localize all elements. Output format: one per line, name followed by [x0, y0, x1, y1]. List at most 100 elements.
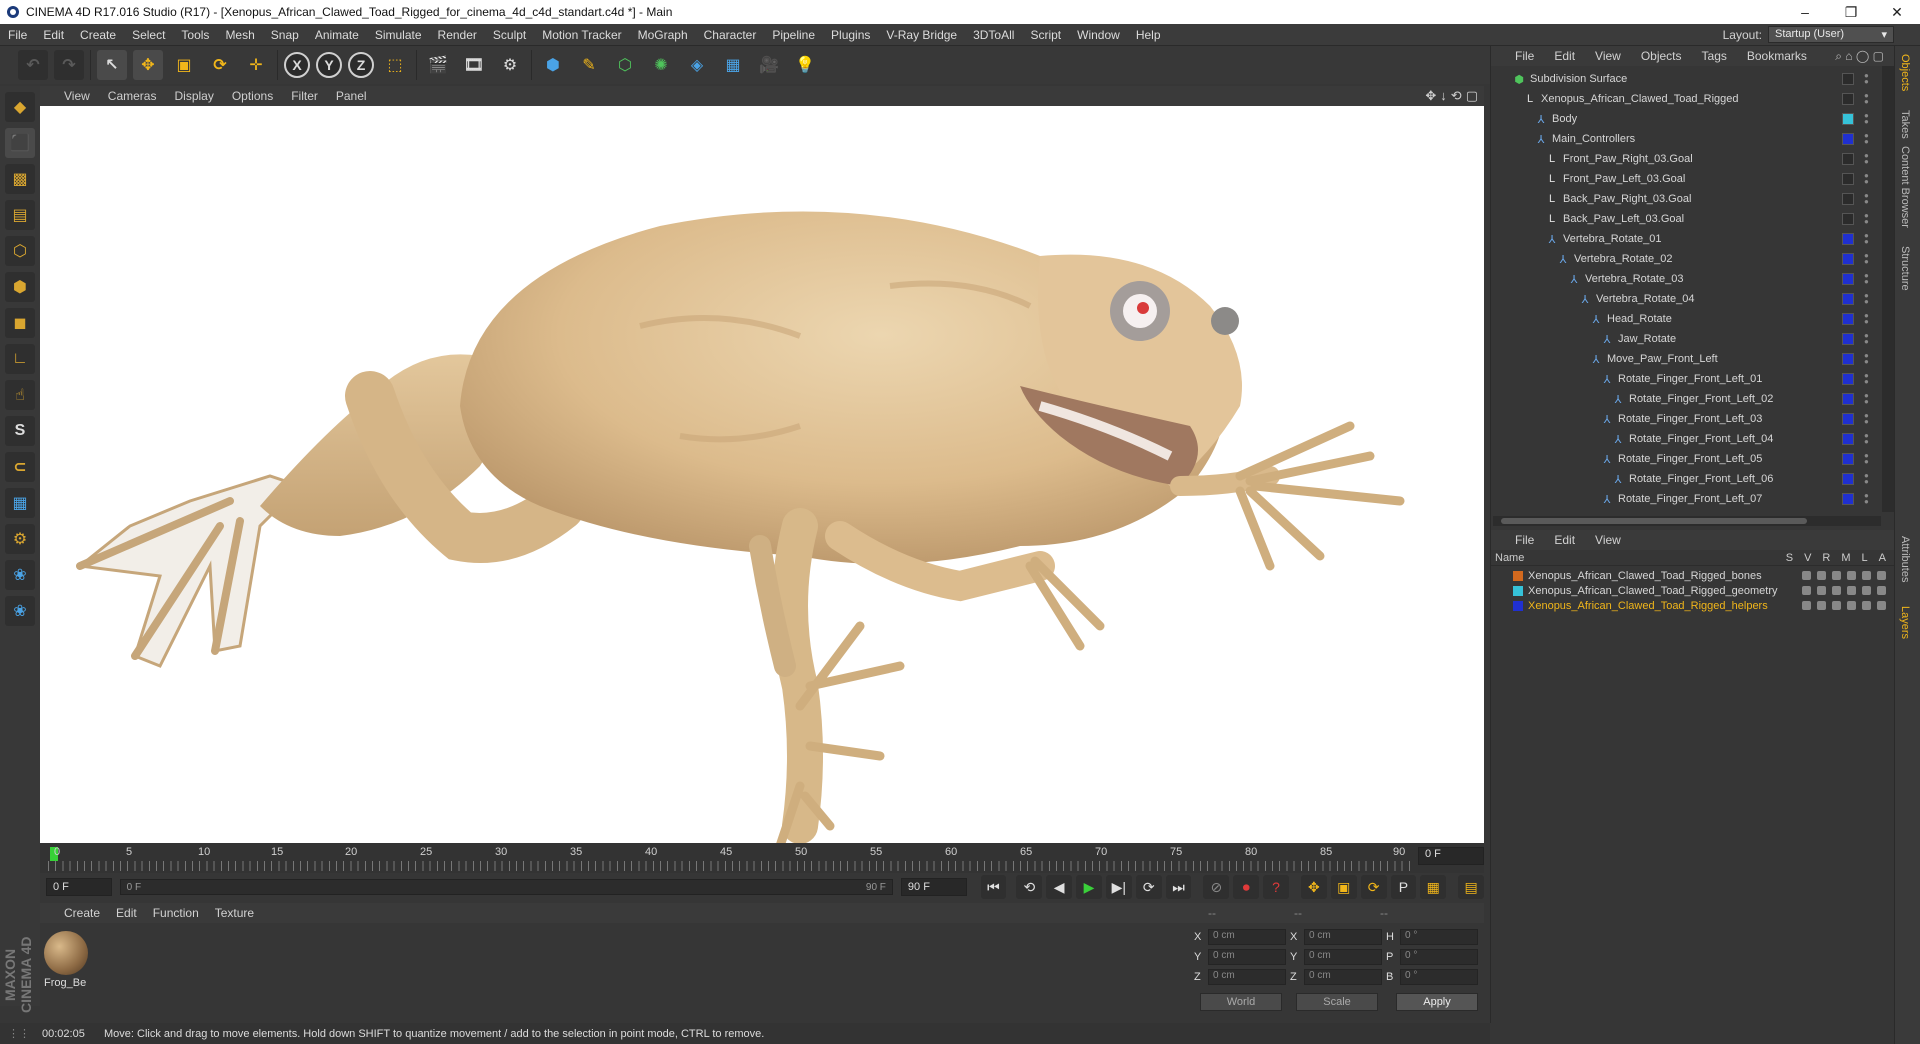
viewport-menu-view[interactable]: View	[64, 89, 90, 103]
layer-menu-edit[interactable]: Edit	[1554, 533, 1575, 547]
rotate-icon[interactable]: ⟳	[205, 50, 235, 80]
record-keys-icon[interactable]: ⊘	[1203, 875, 1230, 899]
layer-color-swatch[interactable]	[1842, 453, 1854, 465]
layer-flag-icon[interactable]	[1802, 586, 1811, 595]
layer-flag-icon[interactable]	[1832, 601, 1841, 610]
pen-spline-icon[interactable]: ✎	[574, 50, 604, 80]
coord-field[interactable]: 0 cm	[1304, 929, 1382, 945]
object-row[interactable]: ⅄ Rotate_Finger_Front_Left_03 ● ●	[1491, 409, 1880, 429]
layer-color-swatch[interactable]	[1842, 213, 1854, 225]
object-row[interactable]: ⅄ Body ● ●	[1491, 109, 1880, 129]
scale-icon[interactable]: ▣	[169, 50, 199, 80]
viewport-move-icon[interactable]: ✥	[1425, 88, 1436, 104]
visibility-dots-icon[interactable]: ● ●	[1864, 72, 1872, 86]
coordinate-system-icon[interactable]: ⬚	[380, 50, 410, 80]
object-menu-view[interactable]: View	[1595, 49, 1621, 63]
visibility-dots-icon[interactable]: ● ●	[1864, 452, 1872, 466]
menu-mograph[interactable]: MoGraph	[630, 28, 696, 42]
viewport-3d[interactable]	[40, 106, 1484, 843]
keyframe-selection-icon[interactable]: ?	[1263, 875, 1289, 899]
layer-color-swatch[interactable]	[1842, 493, 1854, 505]
visibility-dots-icon[interactable]: ● ●	[1864, 432, 1872, 446]
transform-icon[interactable]: ✛	[241, 50, 271, 80]
visibility-dots-icon[interactable]: ● ●	[1864, 192, 1872, 206]
object-row[interactable]: L Back_Paw_Left_03.Goal ● ●	[1491, 209, 1880, 229]
object-row[interactable]: ⬢ Subdivision Surface ● ●	[1491, 69, 1880, 89]
object-row[interactable]: ⅄ Rotate_Finger_Front_Left_07 ● ●	[1491, 489, 1880, 509]
key-parameter-icon[interactable]: P	[1390, 875, 1417, 899]
layer-color-swatch[interactable]	[1842, 433, 1854, 445]
layer-color-swatch[interactable]	[1842, 93, 1854, 105]
coord-field[interactable]: 0 cm	[1208, 929, 1286, 945]
object-row[interactable]: ⅄ Rotate_Finger_Front_Left_01 ● ●	[1491, 369, 1880, 389]
viewport-menu-filter[interactable]: Filter	[291, 89, 318, 103]
tab-takes[interactable]: Takes	[1899, 110, 1911, 139]
timeline-window-icon[interactable]: ▤	[1458, 875, 1485, 899]
layer-color-swatch[interactable]	[1842, 373, 1854, 385]
object-row[interactable]: ⅄ Vertebra_Rotate_02 ● ●	[1491, 249, 1880, 269]
viewport-dolly-icon[interactable]: ↓	[1440, 88, 1447, 104]
layer-color-swatch[interactable]	[1842, 233, 1854, 245]
object-row[interactable]: ⅄ Vertebra_Rotate_03 ● ●	[1491, 269, 1880, 289]
layer-flag-icon[interactable]	[1802, 571, 1811, 580]
coord-field[interactable]: 0 cm	[1304, 969, 1382, 985]
layer-color-swatch[interactable]	[1513, 600, 1523, 611]
timeline[interactable]: 0 5 10 15 20 25 30 35 40 45 50 55 60 65 …	[40, 843, 1484, 873]
coord-mode-select[interactable]: World	[1200, 993, 1282, 1011]
model-mode-icon[interactable]: ⬛	[5, 128, 35, 158]
minimize-button[interactable]: –	[1782, 0, 1828, 24]
key-pla-icon[interactable]: ▦	[1420, 875, 1447, 899]
layer-flag-icon[interactable]	[1847, 571, 1856, 580]
viewport-maximize-icon[interactable]: ▢	[1466, 88, 1478, 104]
coord-field[interactable]: 0 cm	[1208, 949, 1286, 965]
move-icon[interactable]: ✥	[133, 50, 163, 80]
snap-icon[interactable]: S	[5, 416, 35, 446]
object-row[interactable]: ⅄ Vertebra_Rotate_04 ● ●	[1491, 289, 1880, 309]
render-settings-icon[interactable]: ⚙	[495, 50, 525, 80]
tab-structure[interactable]: Structure	[1899, 246, 1911, 291]
deformer-icon[interactable]: ◈	[682, 50, 712, 80]
menu-pipeline[interactable]: Pipeline	[764, 28, 823, 42]
object-menu-objects[interactable]: Objects	[1641, 49, 1682, 63]
coord-field[interactable]: 0 °	[1400, 929, 1478, 945]
object-row[interactable]: L Front_Paw_Left_03.Goal ● ●	[1491, 169, 1880, 189]
menu-motion-tracker[interactable]: Motion Tracker	[534, 28, 629, 42]
y-axis-icon[interactable]: Y	[316, 52, 342, 78]
layer-menu-view[interactable]: View	[1595, 533, 1621, 547]
close-button[interactable]: ✕	[1874, 0, 1920, 24]
layer-flag-icon[interactable]	[1877, 601, 1886, 610]
layer-flag-icon[interactable]	[1817, 601, 1826, 610]
tweak-mode-icon[interactable]: ☝	[5, 380, 35, 410]
object-row[interactable]: ⅄ Jaw_Rotate ● ●	[1491, 329, 1880, 349]
object-row[interactable]: L Front_Paw_Right_03.Goal ● ●	[1491, 149, 1880, 169]
object-menu-file[interactable]: File	[1515, 49, 1534, 63]
visibility-dots-icon[interactable]: ● ●	[1864, 332, 1872, 346]
texture-mode-icon[interactable]: ▩	[5, 164, 35, 194]
workplane-icon[interactable]: ▤	[5, 200, 35, 230]
layer-flag-icon[interactable]	[1832, 586, 1841, 595]
menu-vray-bridge[interactable]: V-Ray Bridge	[878, 28, 965, 42]
redo-icon[interactable]: ↷	[54, 50, 84, 80]
object-menu-bookmarks[interactable]: Bookmarks	[1747, 49, 1807, 63]
layer-color-swatch[interactable]	[1842, 253, 1854, 265]
menu-simulate[interactable]: Simulate	[367, 28, 430, 42]
coord-field[interactable]: 0 cm	[1304, 949, 1382, 965]
layer-color-swatch[interactable]	[1842, 173, 1854, 185]
camera-icon[interactable]: 🎥	[754, 50, 784, 80]
layer-flag-icon[interactable]	[1817, 586, 1826, 595]
object-menu-edit[interactable]: Edit	[1554, 49, 1575, 63]
visibility-dots-icon[interactable]: ● ●	[1864, 112, 1872, 126]
visibility-dots-icon[interactable]: ● ●	[1864, 392, 1872, 406]
layer-color-swatch[interactable]	[1842, 73, 1854, 85]
polygons-mode-icon[interactable]: ◼	[5, 308, 35, 338]
object-row[interactable]: ⅄ Rotate_Finger_Front_Left_05 ● ●	[1491, 449, 1880, 469]
menu-script[interactable]: Script	[1022, 28, 1069, 42]
cube-icon[interactable]: ⬢	[538, 50, 568, 80]
object-row[interactable]: ⅄ Vertebra_Rotate_01 ● ●	[1491, 229, 1880, 249]
material-menu-function[interactable]: Function	[153, 906, 199, 920]
python-script-icon[interactable]: ❀	[5, 596, 35, 626]
layer-flag-icon[interactable]	[1862, 571, 1871, 580]
visibility-dots-icon[interactable]: ● ●	[1864, 92, 1872, 106]
live-selection-icon[interactable]: ↖	[97, 50, 127, 80]
viewport-menu-display[interactable]: Display	[174, 89, 213, 103]
